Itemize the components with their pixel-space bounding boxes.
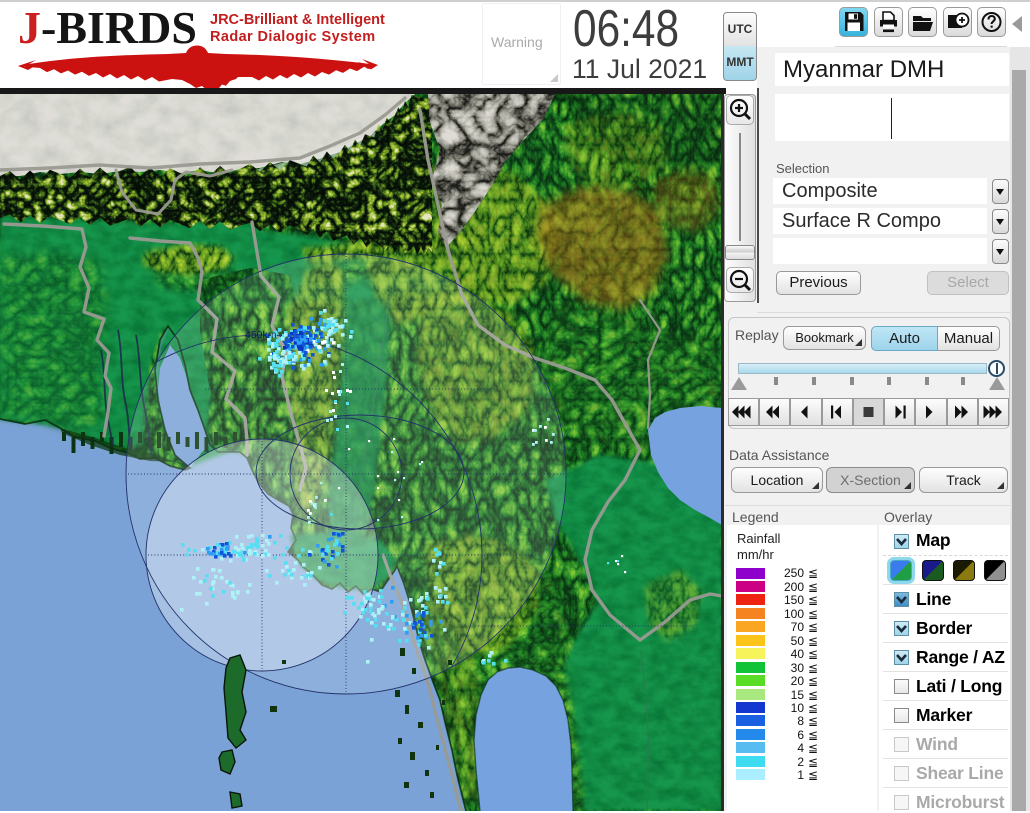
svg-text:Radar Dialogic System: Radar Dialogic System — [210, 29, 376, 45]
svg-text:450km: 450km — [245, 329, 277, 341]
svg-text:J-BIRDS: J-BIRDS — [18, 2, 197, 53]
svg-text:JRC-Brilliant & Intelligent: JRC-Brilliant & Intelligent — [210, 12, 385, 28]
